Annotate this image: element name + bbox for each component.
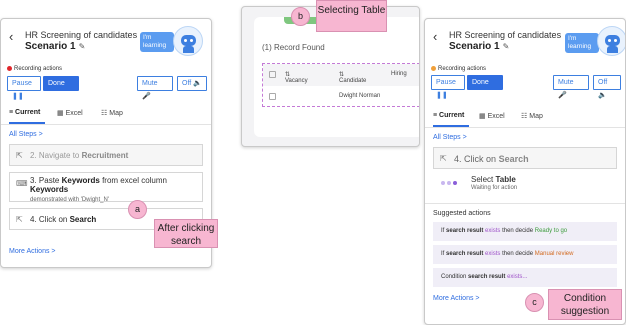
- callout-selecting-table: Selecting Table: [316, 0, 387, 32]
- tab-bar: ≡ Current ▦ Excel ☷ Map: [9, 109, 203, 123]
- suggestion-manual-review[interactable]: If search result exists then decide Manu…: [433, 245, 617, 264]
- tab-current[interactable]: ≡ Current: [433, 112, 464, 119]
- off-button[interactable]: Off 🔈: [177, 76, 207, 91]
- table-header: Vacancy ⇅ Candidate ⇅ Hiring: [263, 64, 419, 86]
- callout-badge-c: c: [525, 293, 544, 312]
- step-demo-note: demonstrated with 'Dwight_N': [30, 197, 109, 203]
- robot-avatar-icon: [173, 26, 203, 56]
- callout-badge-b: b: [291, 7, 310, 26]
- tab-map[interactable]: ☷ Map: [101, 109, 123, 117]
- callout-after-clicking-search: After clicking search: [154, 219, 218, 248]
- step-status: Waiting for action: [471, 185, 518, 191]
- panel-header: ‹ HR Screening of candidates Scenario 1 ✎…: [425, 19, 625, 63]
- workflow-title: HR Screening of candidates: [25, 30, 138, 40]
- pause-button[interactable]: Pause ❚❚: [431, 75, 465, 99]
- robot-avatar-icon: [597, 26, 625, 56]
- done-button[interactable]: Done: [43, 76, 79, 91]
- callout-badge-a: a: [128, 200, 147, 219]
- edit-pencil-icon[interactable]: ✎: [79, 42, 86, 51]
- scenario-title: Scenario 1 ✎: [449, 41, 510, 52]
- candidate-name: Dwight Norman: [339, 93, 381, 99]
- panel-header: ‹ HR Screening of candidates Scenario 1 ✎…: [1, 19, 211, 63]
- more-actions-link[interactable]: More Actions >: [433, 295, 480, 302]
- workflow-title: HR Screening of candidates: [449, 30, 562, 40]
- column-hiring[interactable]: Hiring: [391, 71, 407, 77]
- record-dot-icon: [7, 66, 12, 71]
- tab-map[interactable]: ☷ Map: [521, 112, 543, 120]
- all-steps-link[interactable]: All Steps >: [9, 131, 43, 138]
- suggestion-condition[interactable]: Condition search result exists...: [433, 268, 617, 287]
- tab-excel[interactable]: ▦ Excel: [479, 112, 505, 120]
- divider: [425, 203, 625, 204]
- keyboard-icon: ⌨: [16, 179, 28, 188]
- recording-controls: Pause ❚❚ Done Mute 🎤 Off 🔈: [7, 76, 207, 100]
- more-actions-link[interactable]: More Actions >: [9, 248, 56, 255]
- highlighted-table[interactable]: Vacancy ⇅ Candidate ⇅ Hiring Dwight Norm…: [262, 63, 419, 107]
- suggested-actions-title: Suggested actions: [433, 210, 491, 217]
- mute-button[interactable]: Mute 🎤: [137, 76, 173, 100]
- row-checkbox[interactable]: [269, 93, 276, 100]
- chevron-left-icon[interactable]: ‹: [9, 29, 13, 44]
- mute-button[interactable]: Mute 🎤: [553, 75, 589, 99]
- record-count: (1) Record Found: [262, 43, 325, 52]
- column-candidate[interactable]: Candidate ⇅: [339, 71, 366, 84]
- chevron-left-icon[interactable]: ‹: [433, 29, 437, 44]
- column-vacancy[interactable]: Vacancy ⇅: [285, 71, 308, 84]
- select-all-checkbox[interactable]: [269, 71, 276, 78]
- step-click-search[interactable]: ⇱ 4. Click on Search: [433, 147, 617, 169]
- divider: [425, 127, 625, 128]
- tab-current[interactable]: ≡ Current: [9, 109, 40, 116]
- record-dot-icon: [431, 66, 436, 71]
- off-button[interactable]: Off 🔈: [593, 75, 621, 99]
- recorder-panel-suggestions: ‹ HR Screening of candidates Scenario 1 ✎…: [424, 18, 626, 325]
- pending-step-select-table[interactable]: Select Table Waiting for action: [433, 171, 617, 199]
- step-paste-keywords[interactable]: ⌨ 3. Paste Keywords from excel column Ke…: [9, 172, 203, 203]
- learning-badge: I'm learning: [565, 33, 599, 53]
- pause-button[interactable]: Pause ❚❚: [7, 76, 41, 100]
- done-button[interactable]: Done: [467, 75, 503, 90]
- cursor-icon: ⇱: [16, 215, 23, 224]
- tab-bar: ≡ Current ▦ Excel ☷ Map: [433, 112, 617, 126]
- recording-status: Recording actions: [431, 66, 486, 72]
- scenario-title: Scenario 1 ✎: [25, 41, 86, 52]
- divider: [1, 124, 211, 125]
- suggestion-ready-to-go[interactable]: If search result exists then decide Read…: [433, 222, 617, 241]
- cursor-icon: ⇱: [440, 154, 447, 163]
- step-navigate[interactable]: ⇱ 2. Navigate to Recruitment: [9, 144, 203, 166]
- tab-excel[interactable]: ▦ Excel: [57, 109, 83, 117]
- cursor-icon: ⇱: [16, 151, 23, 160]
- loading-dots-icon: [441, 180, 459, 186]
- callout-condition-suggestion: Condition suggestion: [548, 289, 622, 320]
- recording-controls: Pause ❚❚ Done Mute 🎤 Off 🔈: [431, 75, 621, 99]
- learning-badge: I'm learning: [140, 32, 174, 52]
- recording-status: Recording actions: [7, 66, 62, 72]
- table-row[interactable]: Dwight Norman: [263, 86, 419, 106]
- all-steps-link[interactable]: All Steps >: [433, 134, 467, 141]
- edit-pencil-icon[interactable]: ✎: [503, 42, 510, 51]
